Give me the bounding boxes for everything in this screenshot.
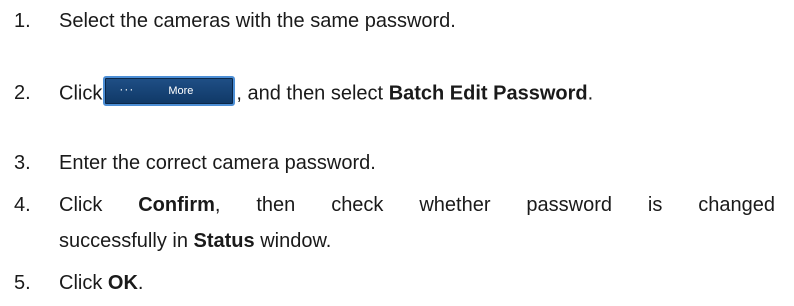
step-text: Select the cameras with the same passwor…	[59, 10, 456, 32]
word: whether	[419, 194, 491, 216]
more-button[interactable]: ··· More	[103, 76, 236, 106]
ok-label: OK	[107, 272, 138, 294]
word: password	[526, 194, 612, 216]
step-text: Enter the correct camera password.	[59, 152, 376, 174]
step-text: Click OK.	[59, 272, 144, 294]
step-number: 1.	[14, 10, 31, 32]
word: Click	[59, 194, 103, 216]
step-number: 4.	[14, 194, 31, 216]
word: changed	[698, 194, 775, 216]
period: .	[587, 82, 594, 105]
step-number: 2.	[14, 82, 31, 104]
word: then	[256, 194, 296, 216]
batch-edit-password-label: Batch Edit Password	[388, 82, 588, 105]
step-text: successfully in Status window.	[59, 230, 332, 252]
word: check	[331, 194, 384, 216]
click-word: Click	[59, 82, 103, 105]
step-number: 5.	[14, 272, 31, 294]
step-number: 3.	[14, 152, 31, 174]
more-button-label: More	[168, 85, 194, 97]
confirm-label: Confirm,	[138, 194, 221, 216]
step-text: Click ··· More , and then select Batch Edit…	[59, 76, 594, 109]
step-4-line-1: Click Confirm, then check whether passwo…	[59, 191, 775, 219]
step-text-after: , and then select	[236, 82, 384, 105]
status-label: Status	[193, 230, 255, 252]
more-dots-icon: ···	[119, 82, 135, 96]
word: is	[647, 194, 663, 216]
